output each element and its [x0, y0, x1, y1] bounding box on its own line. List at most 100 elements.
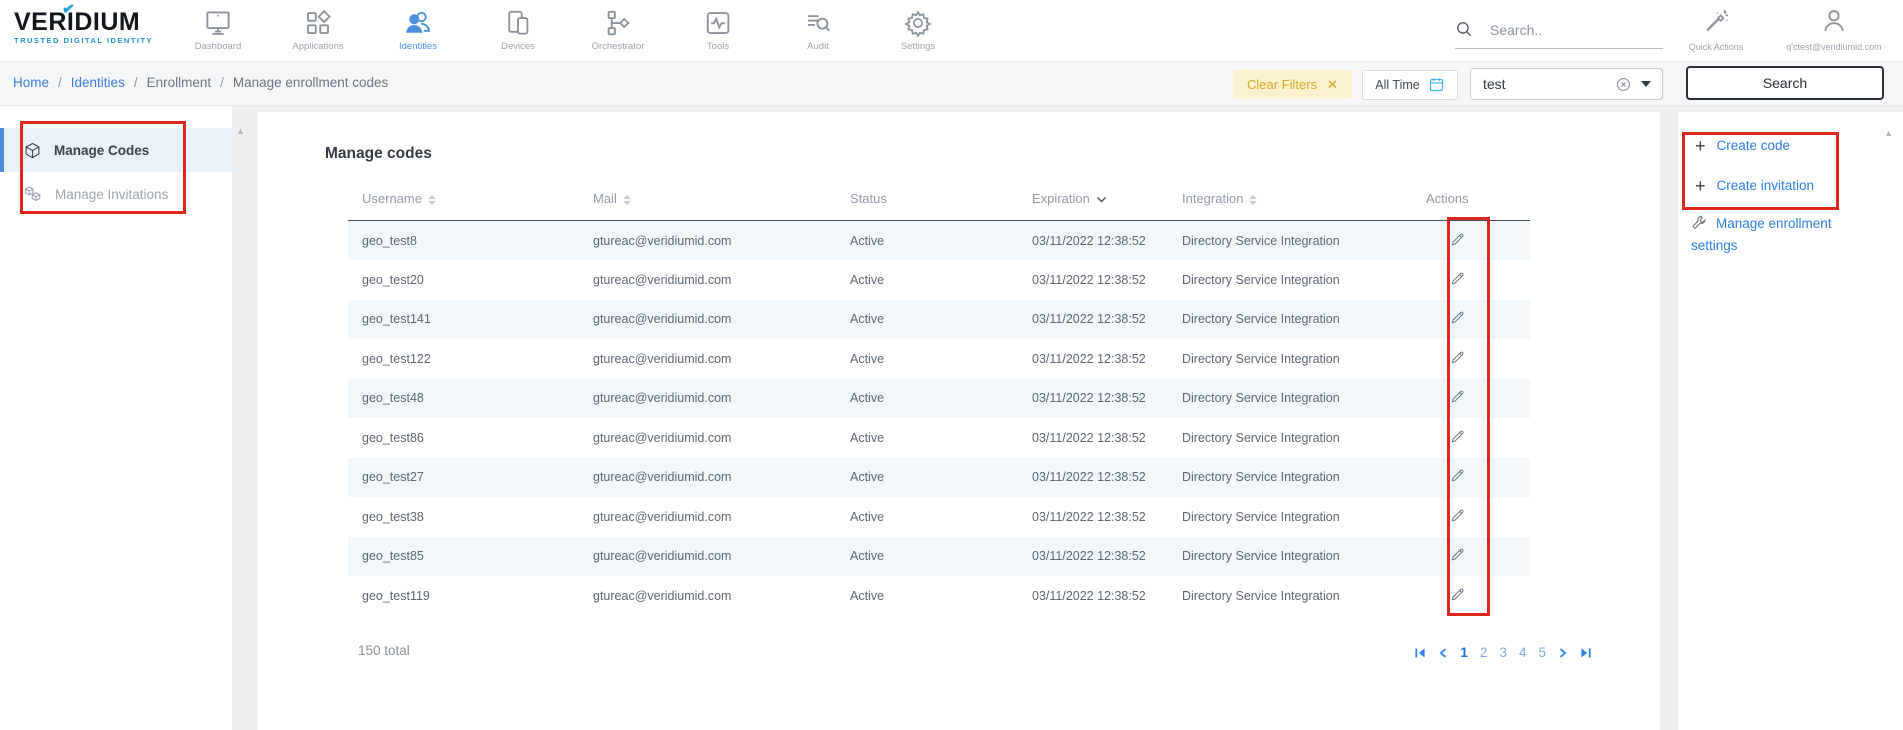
edit-pencil-icon[interactable] — [1450, 389, 1465, 404]
search-button[interactable]: Search — [1686, 66, 1884, 100]
cube-icon — [24, 142, 41, 159]
edit-pencil-icon[interactable] — [1450, 350, 1465, 365]
breadcrumb-home[interactable]: Home — [13, 75, 49, 90]
cell-status: Active — [850, 379, 1032, 419]
column-header-username[interactable]: Username — [348, 185, 593, 221]
cell-expiration: 03/11/2022 12:38:52 — [1032, 339, 1182, 379]
chevron-down-icon[interactable] — [1641, 81, 1651, 87]
quick-actions-button[interactable]: Quick Actions — [1676, 7, 1756, 52]
filter-search-input[interactable] — [1471, 76, 1615, 92]
nav-label: Orchestrator — [592, 41, 645, 52]
settings-gear-icon — [903, 8, 933, 38]
table-row[interactable]: geo_test141 gtureac@veridiumid.com Activ… — [348, 300, 1530, 340]
table-row[interactable]: geo_test85 gtureac@veridiumid.com Active… — [348, 537, 1530, 577]
clear-filters-button[interactable]: Clear Filters ✕ — [1233, 70, 1352, 99]
user-menu-button[interactable]: q'ctest@veridiumid.com — [1768, 7, 1900, 52]
page-number-2[interactable]: 2 — [1480, 645, 1488, 660]
last-page-button[interactable] — [1580, 647, 1592, 659]
nav-item-orchestrator[interactable]: Orchestrator — [568, 0, 668, 62]
edit-pencil-icon[interactable] — [1450, 271, 1465, 286]
edit-pencil-icon[interactable] — [1450, 547, 1465, 562]
scrollbar-up-arrow[interactable]: ▲ — [1884, 128, 1893, 138]
cell-mail: gtureac@veridiumid.com — [593, 300, 850, 340]
column-header-status[interactable]: Status — [850, 185, 1032, 221]
edit-pencil-icon[interactable] — [1450, 587, 1465, 602]
scrollbar-up-arrow[interactable]: ▲ — [236, 126, 245, 136]
table-row[interactable]: geo_test27 gtureac@veridiumid.com Active… — [348, 458, 1530, 498]
page-number-4[interactable]: 4 — [1519, 645, 1527, 660]
user-email: q'ctest@veridiumid.com — [1768, 42, 1900, 52]
edit-pencil-icon[interactable] — [1450, 310, 1465, 325]
previous-page-button[interactable] — [1438, 647, 1448, 659]
breadcrumb-separator: / — [58, 75, 62, 90]
user-avatar-icon — [1820, 7, 1848, 35]
breadcrumb-separator: / — [134, 75, 138, 90]
edit-pencil-icon[interactable] — [1450, 508, 1465, 523]
nav-item-audit[interactable]: Audit — [768, 0, 868, 62]
cell-username: geo_test141 — [348, 300, 593, 340]
table-row[interactable]: geo_test48 gtureac@veridiumid.com Active… — [348, 379, 1530, 419]
cell-integration: Directory Service Integration — [1182, 497, 1426, 537]
create-invitation-link[interactable]: + Create invitation — [1695, 178, 1814, 193]
cell-mail: gtureac@veridiumid.com — [593, 576, 850, 616]
cell-mail: gtureac@veridiumid.com — [593, 497, 850, 537]
column-header-expiration[interactable]: Expiration — [1032, 185, 1182, 221]
time-range-filter[interactable]: All Time — [1362, 70, 1458, 100]
table-header-row: Username Mail Status Expiration Integrat… — [348, 185, 1530, 221]
column-header-integration[interactable]: Integration — [1182, 185, 1426, 221]
manage-enrollment-settings-link[interactable]: Manage enrollment settings — [1691, 213, 1873, 257]
cell-expiration: 03/11/2022 12:38:52 — [1032, 537, 1182, 577]
table-row[interactable]: geo_test8 gtureac@veridiumid.com Active … — [348, 221, 1530, 261]
table-row[interactable]: geo_test20 gtureac@veridiumid.com Active… — [348, 260, 1530, 300]
create-code-label: Create code — [1717, 138, 1791, 153]
table-row[interactable]: geo_test122 gtureac@veridiumid.com Activ… — [348, 339, 1530, 379]
breadcrumb-identities[interactable]: Identities — [71, 75, 125, 90]
left-sidebar: Manage Codes Manage Invitations — [0, 106, 232, 730]
page-number-1[interactable]: 1 — [1460, 645, 1468, 660]
clear-search-icon[interactable] — [1615, 76, 1632, 93]
cell-expiration: 03/11/2022 12:38:52 — [1032, 458, 1182, 498]
table-row[interactable]: geo_test86 gtureac@veridiumid.com Active… — [348, 418, 1530, 458]
cell-actions — [1426, 537, 1530, 577]
nav-item-devices[interactable]: Devices — [468, 0, 568, 62]
nav-label: Applications — [292, 41, 343, 52]
edit-pencil-icon[interactable] — [1450, 429, 1465, 444]
nav-item-settings[interactable]: Settings — [868, 0, 968, 62]
page-number-3[interactable]: 3 — [1499, 645, 1507, 660]
manage-codes-panel: Manage codes Username Mail Status Expira… — [258, 112, 1660, 730]
global-search-input[interactable]: Search.. — [1455, 20, 1663, 49]
manage-enrollment-settings-label: Manage enrollment settings — [1691, 216, 1832, 253]
cell-username: geo_test38 — [348, 497, 593, 537]
cell-integration: Directory Service Integration — [1182, 221, 1426, 261]
nav-item-dashboard[interactable]: Dashboard — [168, 0, 268, 62]
cell-actions — [1426, 221, 1530, 261]
magic-wand-icon — [1702, 7, 1730, 35]
main-nav: Dashboard Applications Identities Device… — [168, 0, 968, 62]
brand-logo[interactable]: VERI✔DIUM TRUSTED DIGITAL IDENTITY — [14, 9, 153, 45]
nav-item-identities[interactable]: Identities — [368, 0, 468, 62]
page-number-5[interactable]: 5 — [1538, 645, 1546, 660]
edit-pencil-icon[interactable] — [1450, 232, 1465, 247]
first-page-button[interactable] — [1414, 647, 1426, 659]
identities-people-icon — [403, 8, 433, 38]
cell-actions — [1426, 339, 1530, 379]
sidebar-item-manage-codes[interactable]: Manage Codes — [0, 128, 232, 172]
column-header-mail[interactable]: Mail — [593, 185, 850, 221]
create-invitation-label: Create invitation — [1717, 178, 1815, 193]
sidebar-item-manage-invitations[interactable]: Manage Invitations — [0, 172, 232, 216]
table-row[interactable]: geo_test38 gtureac@veridiumid.com Active… — [348, 497, 1530, 537]
next-page-button[interactable] — [1558, 647, 1568, 659]
sidebar-item-label: Manage Codes — [54, 143, 149, 158]
top-header: VERI✔DIUM TRUSTED DIGITAL IDENTITY Dashb… — [0, 0, 1903, 62]
cell-mail: gtureac@veridiumid.com — [593, 418, 850, 458]
edit-pencil-icon[interactable] — [1450, 468, 1465, 483]
cell-username: geo_test48 — [348, 379, 593, 419]
sort-icon — [623, 195, 631, 205]
cell-actions — [1426, 418, 1530, 458]
nav-item-applications[interactable]: Applications — [268, 0, 368, 62]
create-code-link[interactable]: + Create code — [1695, 138, 1790, 153]
table-row[interactable]: geo_test119 gtureac@veridiumid.com Activ… — [348, 576, 1530, 616]
breadcrumb-separator: / — [220, 75, 224, 90]
breadcrumb-filter-bar: Home / Identities / Enrollment / Manage … — [0, 62, 1903, 106]
nav-item-tools[interactable]: Tools — [668, 0, 768, 62]
